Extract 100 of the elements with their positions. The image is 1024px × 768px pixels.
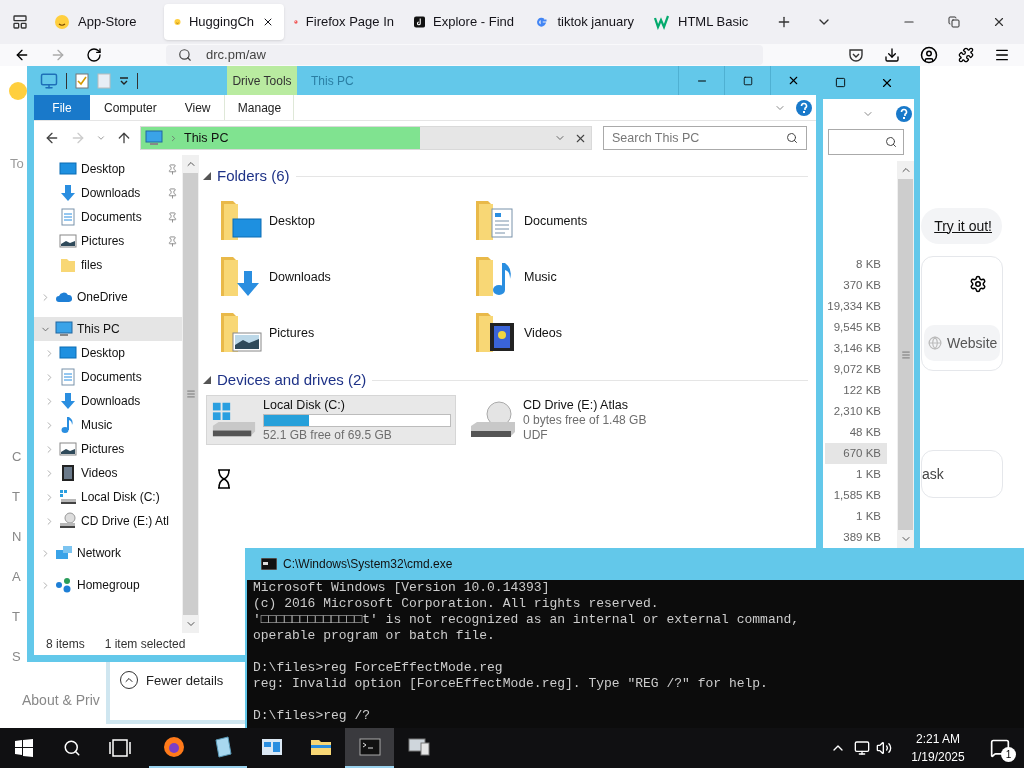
up-icon[interactable] (116, 130, 132, 146)
collapse-group-icon[interactable] (203, 376, 211, 384)
help-icon[interactable] (796, 99, 812, 116)
folder-item[interactable]: Pictures (217, 305, 472, 361)
scroll-thumb[interactable] (898, 179, 913, 530)
dropdown-icon[interactable] (119, 74, 129, 87)
address-field[interactable]: drc.pm/aw (166, 45, 763, 65)
browser-tab[interactable]: App-Store (44, 4, 164, 40)
browser-tab[interactable]: tiktok january (524, 4, 644, 40)
drive-tile[interactable]: CD Drive (E:) Atlas 0 bytes free of 1.48 GB UDF (464, 395, 714, 445)
help-icon[interactable] (896, 106, 912, 122)
folder-item[interactable]: Desktop (217, 193, 472, 249)
folder-item[interactable]: Videos (472, 305, 727, 361)
folder-item[interactable]: Music (472, 249, 727, 305)
volume-icon[interactable] (876, 740, 892, 756)
globe-icon (928, 336, 942, 350)
tree-item[interactable]: Homegroup (34, 573, 182, 597)
settings-icon[interactable] (969, 275, 987, 293)
start-icon[interactable] (15, 739, 33, 757)
close-tab-icon[interactable] (262, 16, 274, 28)
page-text: To (10, 155, 24, 173)
download-icon[interactable] (884, 47, 900, 63)
tree-item[interactable]: Downloads (34, 181, 182, 205)
properties-icon[interactable] (75, 72, 89, 89)
tab-list-icon[interactable] (12, 14, 28, 30)
ribbon-tab[interactable]: Manage (224, 95, 295, 120)
folder-item[interactable]: Documents (472, 193, 727, 249)
browser-tab[interactable]: HTML Basic (644, 4, 764, 40)
reload-icon[interactable] (86, 47, 102, 63)
tree-item[interactable]: This PC (34, 317, 182, 341)
close-icon[interactable] (992, 15, 1006, 29)
taskbar-app[interactable] (345, 728, 394, 768)
homegroup-icon (55, 576, 73, 594)
scrollbar[interactable] (897, 161, 914, 548)
page-text: T (12, 488, 21, 506)
tree-item[interactable]: Network (34, 541, 182, 565)
drive-detail: 52.1 GB free of 69.5 GB (263, 427, 393, 443)
maximize-icon[interactable] (835, 77, 846, 88)
network-icon[interactable] (854, 740, 870, 756)
tree-item[interactable]: Downloads (34, 389, 182, 413)
breadcrumb-item[interactable]: This PC (184, 128, 229, 148)
search-icon (885, 136, 897, 148)
ribbon-tab[interactable]: File (34, 95, 90, 120)
tree-item[interactable]: Local Disk (C:) (34, 485, 182, 509)
search-placeholder: Search This PC (612, 129, 701, 147)
scroll-thumb[interactable] (183, 173, 198, 615)
firefox-icon[interactable] (161, 735, 186, 759)
fewer-details-button[interactable]: Fewer details (120, 670, 224, 690)
tree-item[interactable]: OneDrive (34, 285, 182, 309)
collapse-group-icon[interactable] (203, 172, 211, 180)
browser-tab[interactable]: HuggingCh (164, 4, 284, 40)
console-line: Microsoft Windows [Version 10.0.14393] (253, 580, 551, 596)
browser-tab[interactable]: Explore - Find (404, 4, 524, 40)
footer-link[interactable]: About & Priv (22, 690, 100, 711)
tree-item[interactable]: Pictures (34, 229, 182, 253)
tree-item[interactable]: Documents (34, 205, 182, 229)
file-size: 19,334 KB (826, 299, 882, 314)
file-size: 1 KB (855, 509, 882, 524)
task-view-icon[interactable] (109, 739, 131, 757)
terminal-icon[interactable] (357, 735, 382, 759)
tree-item[interactable]: Music (34, 413, 182, 437)
clock[interactable]: 2:21 AM 1/19/2025 (906, 730, 970, 766)
tree-item[interactable]: Desktop (34, 157, 182, 181)
folder-item[interactable]: Downloads (217, 249, 472, 305)
address-field[interactable]: This PC (140, 126, 592, 150)
extensions-icon[interactable] (958, 47, 974, 63)
tree-item[interactable]: Desktop (34, 341, 182, 365)
tree-item[interactable]: Pictures (34, 437, 182, 461)
ribbon-tab[interactable]: Computer (90, 95, 171, 120)
back-icon[interactable] (44, 130, 60, 146)
restore-icon[interactable] (948, 16, 960, 28)
desktop-icon (59, 160, 77, 178)
group-header: Devices and drives (2) (217, 369, 367, 390)
search-field[interactable]: Search This PC (603, 126, 807, 150)
tree-item[interactable]: CD Drive (E:) Atl (34, 509, 182, 533)
try-link[interactable]: Try it out! (934, 215, 992, 237)
tree-item[interactable]: files (34, 253, 182, 277)
back-icon[interactable] (14, 47, 30, 63)
new-tab-icon[interactable] (776, 14, 792, 30)
drive-tile[interactable]: Local Disk (C:) 52.1 GB free of 69.5 GB (206, 395, 456, 445)
drive-filesystem: UDF (523, 427, 549, 443)
download-arrow-icon (59, 184, 77, 202)
group-header: Folders (6) (217, 165, 290, 186)
gripper-icon (185, 389, 196, 399)
tree-item[interactable]: Documents (34, 365, 182, 389)
shield-icon[interactable] (848, 47, 864, 63)
address-text: drc.pm/aw (206, 46, 266, 65)
computer-icon[interactable] (406, 735, 431, 759)
scrollbar[interactable] (182, 155, 199, 633)
menu-icon[interactable] (994, 47, 1010, 63)
notifications-icon[interactable] (990, 738, 1010, 758)
ribbon-tab[interactable]: View (170, 95, 225, 120)
website-button[interactable]: Website (924, 325, 1000, 361)
account-icon[interactable] (920, 46, 938, 64)
tree-item[interactable]: Videos (34, 461, 182, 485)
cd-drive-icon (59, 512, 77, 530)
search-field[interactable] (828, 129, 904, 155)
notification-count: 1 (1001, 747, 1016, 762)
search-icon[interactable] (63, 739, 81, 757)
browser-tab[interactable]: Firefox Page In (284, 4, 404, 40)
